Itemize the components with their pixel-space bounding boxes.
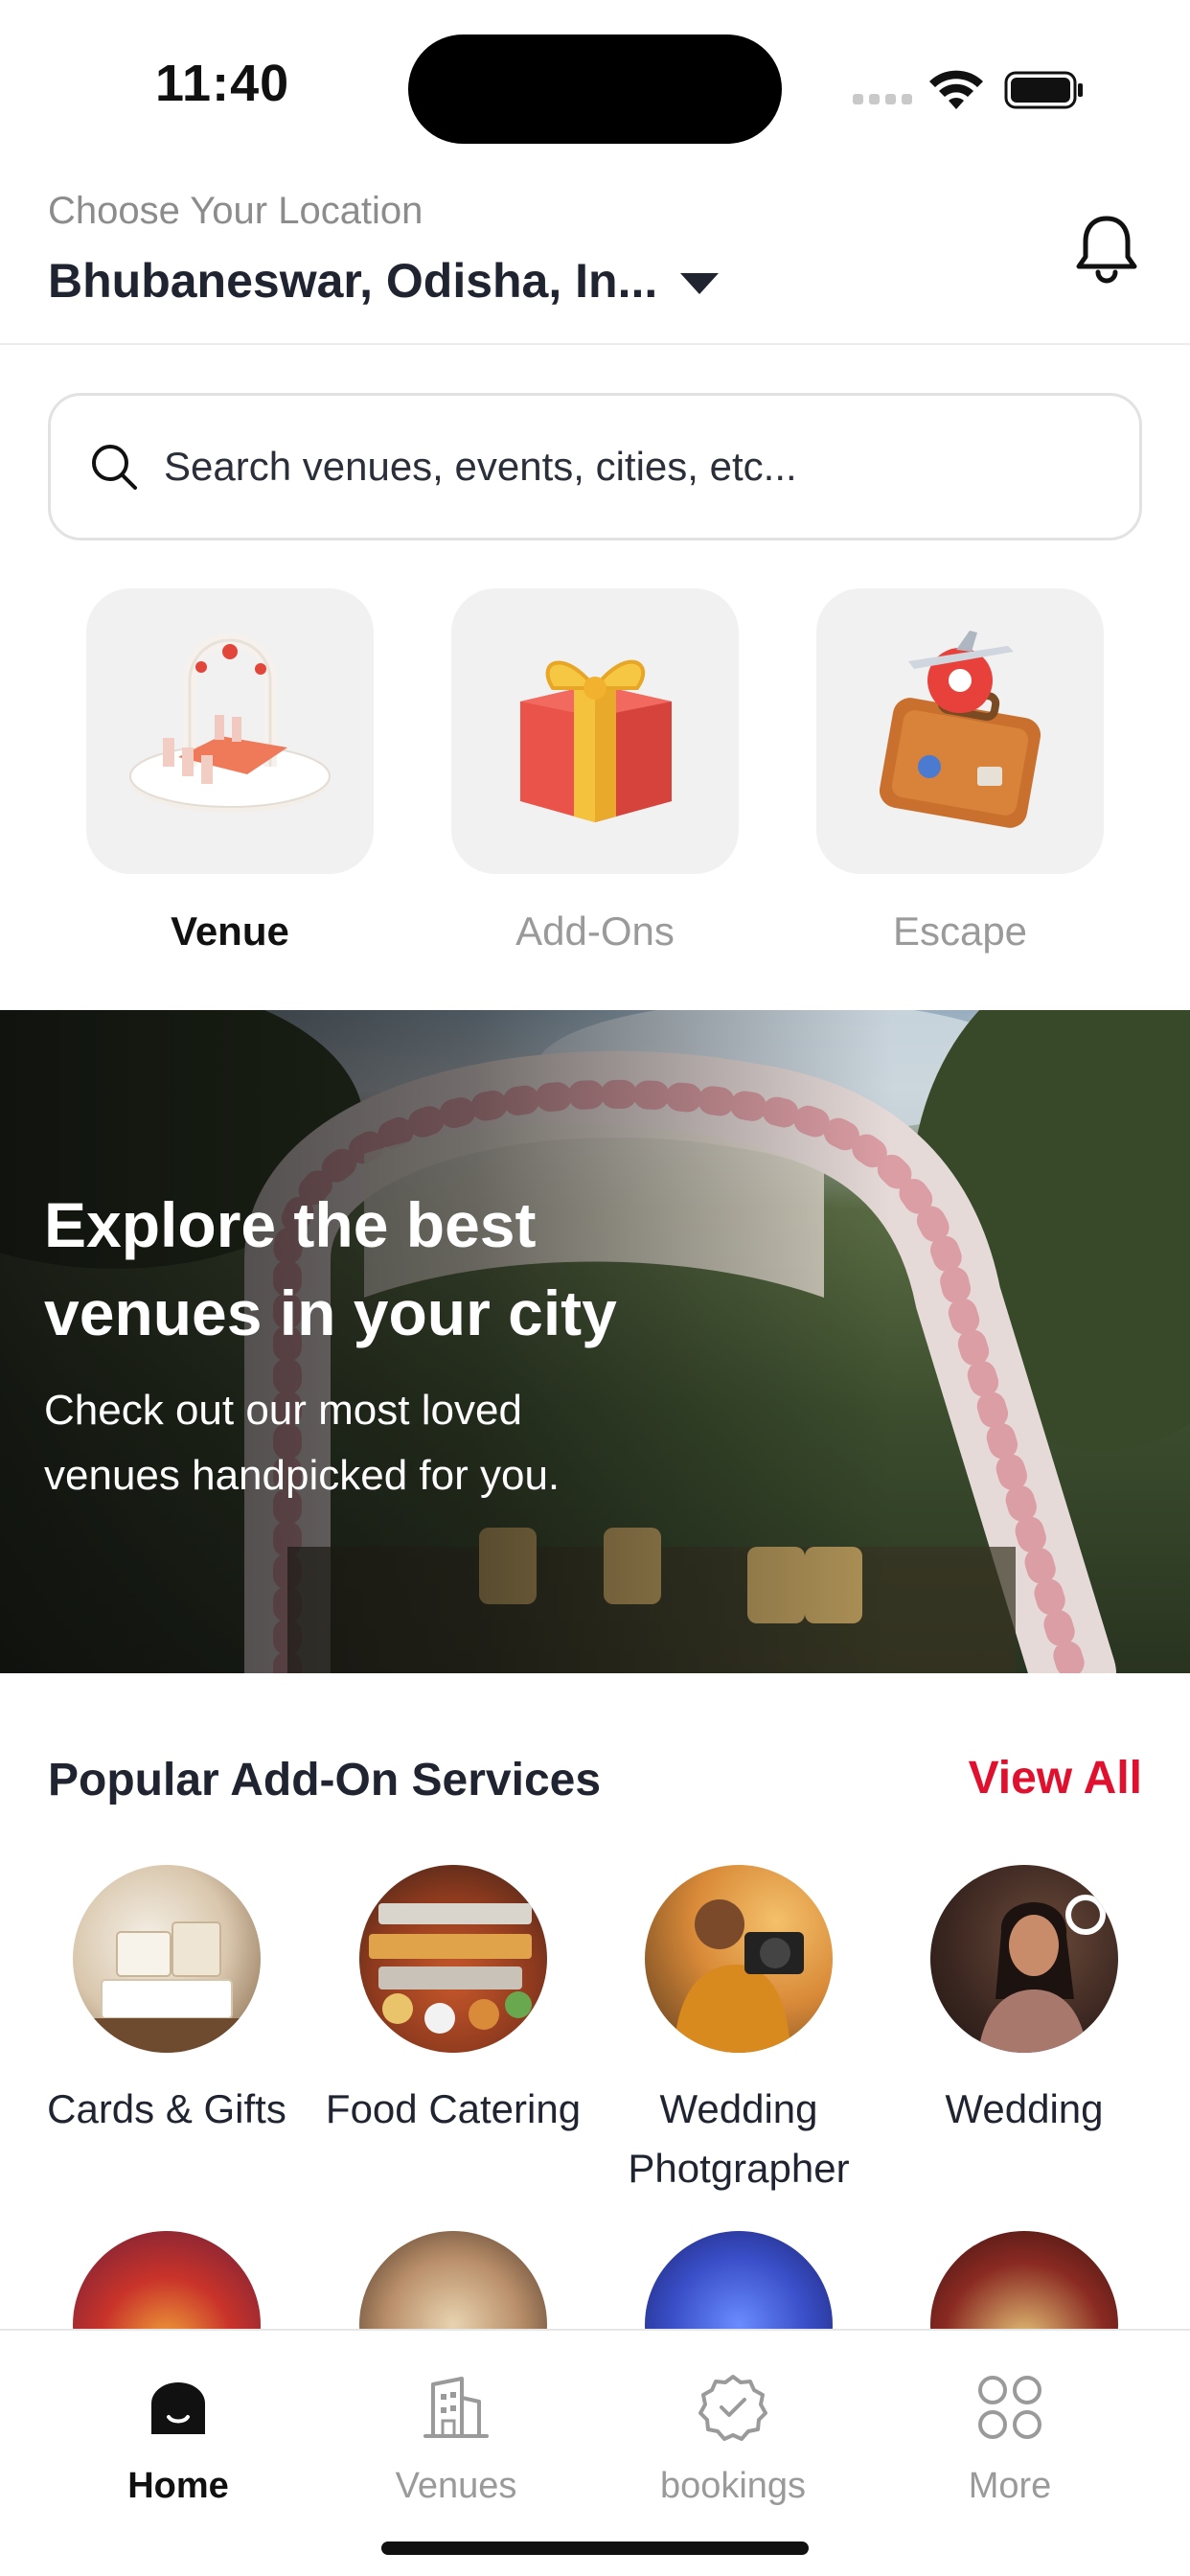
bottom-tab-bar: Home Venues bookings More [0,2329,1190,2576]
tab-bookings[interactable]: bookings [618,2371,848,2507]
service-label: Food Catering [325,2086,582,2131]
battery-icon [1004,71,1083,109]
tab-label: Home [127,2466,229,2506]
badge-check-icon [698,2375,767,2441]
tab-label: Venues [395,2466,517,2506]
home-indicator [381,2542,809,2555]
category-venue[interactable]: Venue [86,588,374,954]
service-label: Cards & Gifts [47,2086,286,2131]
search-bar[interactable] [48,393,1142,540]
tab-home[interactable]: Home [63,2371,293,2507]
photographer-image [674,1899,804,2053]
category-tile [816,588,1104,874]
category-label: Venue [171,908,289,954]
service-image [73,1865,261,2053]
category-add-ons[interactable]: Add-Ons [451,588,739,954]
section-title: Popular Add-On Services [48,1755,602,1806]
location-value: Bhubaneswar, Odisha, In... [48,254,658,308]
view-all-link[interactable]: View All [969,1752,1142,1805]
bride-makeup-image [978,1895,1106,2053]
signal-icon [853,94,912,105]
service-label: Wedding Photgrapher [628,2086,850,2191]
service-wedding-photographer[interactable]: Wedding Photgrapher [595,1865,882,2198]
tab-venues[interactable]: Venues [341,2371,571,2507]
service-image [930,1865,1118,2053]
banner-title: Explore the best venues in your city [44,1189,617,1348]
tab-label: bookings [659,2466,807,2506]
bell-icon[interactable] [1073,213,1140,284]
service-image [359,1865,547,2053]
venues-banner[interactable]: Explore the best venues in your city Che… [0,1010,1190,1673]
search-input[interactable] [164,444,1084,490]
building-icon [423,2377,489,2438]
service-food-catering[interactable]: Food Catering [309,1865,597,2139]
category-escape[interactable]: Escape [816,588,1104,954]
search-icon [92,445,137,490]
venue-arch-icon [129,633,331,813]
service-image [645,1865,833,2053]
dynamic-island [408,34,782,144]
grid-icon [978,2376,1041,2439]
wifi-icon [929,70,983,109]
status-bar: 11:40 [0,0,1190,172]
tab-label: More [968,2466,1052,2506]
category-label: Escape [892,908,1028,954]
suitcase-icon [879,631,1041,828]
banner-subtitle: Check out our most loved venues handpick… [44,1387,561,1499]
home-icon [151,2382,205,2434]
service-cards-gifts[interactable]: Cards & Gifts [23,1865,310,2139]
food-trays-image [369,1903,532,2034]
header-divider [0,343,1190,345]
chevron-down-icon [680,273,720,294]
service-wedding[interactable]: Wedding [881,1865,1168,2139]
status-time: 11:40 [155,55,290,112]
tab-more[interactable]: More [895,2371,1125,2507]
gift-icon [520,659,672,822]
category-tile [451,588,739,874]
service-label: Wedding [945,2086,1104,2131]
location-label: Choose Your Location [48,190,423,232]
location-selector[interactable]: Bhubaneswar, Odisha, In... [48,253,720,309]
gift-boxes-image [73,1921,261,2053]
category-label: Add-Ons [515,908,675,954]
category-tile [86,588,374,874]
